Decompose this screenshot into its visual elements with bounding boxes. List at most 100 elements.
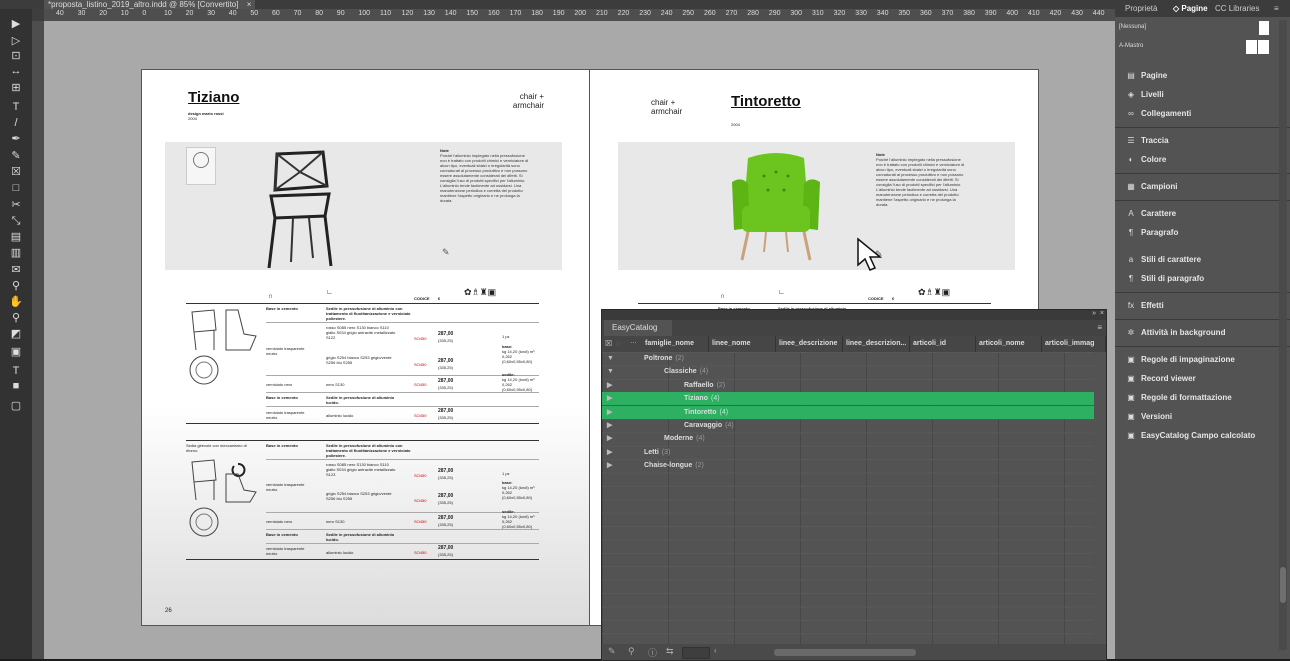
tree-row[interactable]: ▼ Poltrone (2) [602,352,1094,365]
document-tab[interactable]: *proposta_listino_2019_altro.indd @ 85% … [44,0,256,9]
eyedropper-tool-icon[interactable]: ⚲ [8,279,24,293]
column-header[interactable]: linee_descrizione [776,336,843,352]
tab-properties[interactable]: Proprietà [1125,0,1157,17]
a-master-right-thumbnail[interactable] [1258,40,1269,54]
panel-menu-icon[interactable]: ≡ [1097,323,1102,332]
tab-pages[interactable]: ◇ Pagine [1173,0,1208,17]
collapsed-icon[interactable]: ▶ [607,459,612,472]
panel-item-record-viewer[interactable]: ▣ Record viewer [1115,370,1290,388]
horizontal-ruler[interactable]: 40 30 20 10 0 10 20 30 40 50 60 70 80 90 100 110 120 130 1… [44,9,1115,21]
tree-row[interactable]: ▶ Moderne (4) [602,432,1094,445]
tree-row[interactable]: ▶ Tintoretto (4) [602,405,1094,419]
pencil-tool-icon[interactable]: ✎ [8,149,24,163]
panel-item-attivit-in-background[interactable]: ✲ Attività in background [1115,324,1290,342]
gap-tool-icon[interactable]: ↔ [8,64,24,78]
more-columns-icon[interactable]: … [630,338,637,345]
collapsed-icon[interactable]: ▶ [607,379,612,392]
collapsed-icon[interactable]: ▶ [607,406,612,419]
panel-item-versioni[interactable]: ▣ Versioni [1115,408,1290,426]
none-master-label[interactable]: [Nessuna] [1119,24,1146,30]
panel-item-carattere[interactable]: A Carattere [1115,205,1290,223]
pen-tool-icon[interactable]: ✒ [8,132,24,146]
panel-item-easycatalog-campo-calcolato[interactable]: ▣ EasyCatalog Campo calcolato [1115,427,1290,445]
panel-item-collegamenti[interactable]: ∞ Collegamenti [1115,105,1290,123]
column-header[interactable]: articoli_id [910,336,976,352]
collapsed-icon[interactable]: ▶ [607,419,612,432]
zoom-field[interactable] [682,647,710,659]
a-master-label[interactable]: A-Mastro [1119,43,1143,49]
vertical-ruler[interactable] [32,21,44,659]
column-header[interactable]: linee_nome [709,336,776,352]
column-header[interactable]: articoli_nome [976,336,1042,352]
content-collector-icon[interactable]: ⊞ [8,81,24,95]
search-icon[interactable]: ⚲ [628,646,635,657]
collapsed-icon[interactable]: ▶ [607,392,612,405]
rectangle-tool-icon[interactable]: □ [8,181,24,195]
column-header[interactable]: famiglie_nome [642,336,709,352]
easycatalog-panel[interactable]: » × EasyCatalog ≡ ☒ ◌ … famiglie_nome lin… [601,309,1107,661]
a-master-left-thumbnail[interactable] [1246,40,1257,54]
expanded-icon[interactable]: ▼ [607,365,614,378]
scissors-tool-icon[interactable]: ✂ [8,198,24,212]
ruler-origin[interactable] [32,9,44,21]
panel-item-livelli[interactable]: ◈ Livelli [1115,86,1290,104]
scrollbar-thumb[interactable] [1280,567,1286,603]
direct-selection-tool-icon[interactable]: ▷ [8,34,24,48]
panel-item-pagine[interactable]: ▤ Pagine [1115,67,1290,85]
selection-tool-icon[interactable]: ▶ [8,17,24,31]
screen-mode-icon[interactable]: ▢ [8,399,24,413]
column-header[interactable]: articoli_immag [1042,336,1106,352]
tab-cc-libraries[interactable]: CC Libraries [1215,0,1259,17]
panel-item-stili-di-carattere[interactable]: a Stili di carattere [1115,251,1290,269]
info-icon[interactable]: ⓘ [648,646,657,659]
left-page[interactable]: Tiziano design mario rossi 2004 chair + … [141,69,591,626]
type-tool-icon[interactable]: T [8,100,24,114]
line-tool-icon[interactable]: / [8,116,24,130]
edit-icon[interactable]: ✎ [608,646,616,657]
panel-item-stili-di-paragrafo[interactable]: ¶ Stili di paragrafo [1115,270,1290,288]
tree-row[interactable]: ▶ Raffaello (2) [602,379,1094,392]
close-tab-icon[interactable]: × [247,0,252,9]
tree-row[interactable]: ▶ Letti (3) [602,446,1094,459]
free-transform-tool-icon[interactable]: ⤡ [8,214,24,228]
view-mode-icon[interactable]: ■ [8,379,24,393]
rectangle-frame-tool-icon[interactable]: ☒ [8,165,24,179]
tree-row[interactable]: ▶ Chaise-longue (2) [602,459,1094,472]
tree-row[interactable]: ▼ Classiche (4) [602,365,1094,378]
panel-item-regole-di-formattazione[interactable]: ▣ Regole di formattazione [1115,389,1290,407]
horizontal-scrollbar[interactable] [774,649,916,656]
panel-item-campioni[interactable]: ▦ Campioni [1115,178,1290,196]
page-tool-icon[interactable]: ⊡ [8,49,24,63]
collapse-panel-icon[interactable]: » [1092,310,1096,317]
close-panel-icon[interactable]: × [1100,310,1104,317]
collapsed-icon[interactable]: ▶ [607,446,612,459]
lock-icon[interactable]: ◌ [616,339,621,348]
hand-tool-icon[interactable]: ✋ [8,295,24,309]
dock-scrollbar[interactable] [1279,20,1287,650]
panel-item-paragrafo[interactable]: ¶ Paragrafo [1115,224,1290,242]
scroll-left-icon[interactable]: ‹ [714,646,717,655]
gradient-feather-tool-icon[interactable]: ▥ [8,246,24,260]
easycatalog-tab[interactable]: EasyCatalog [604,320,672,336]
expanded-icon[interactable]: ▼ [607,352,614,365]
pages-panel[interactable]: [Nessuna] A-Mastro [1115,17,1290,67]
panel-item-colore[interactable]: ◐ Colore [1115,151,1290,169]
column-header[interactable]: linee_descrizion... [843,336,910,352]
panel-item-traccia[interactable]: ☰ Traccia [1115,132,1290,150]
tree-row[interactable]: ▶ Tiziano (4) [602,392,1094,406]
link-icon[interactable]: ⇆ [666,646,674,657]
fill-stroke-icon[interactable]: ▣ [8,345,24,359]
note-tool-icon[interactable]: ✉ [8,263,24,277]
collapsed-icon[interactable]: ▶ [607,432,612,445]
panel-item-effetti[interactable]: fx Effetti [1115,297,1290,315]
none-master-thumbnail[interactable] [1259,21,1269,35]
panel-item-regole-di-impaginazione[interactable]: ▣ Regole di impaginazione [1115,351,1290,369]
select-all-icon[interactable]: ☒ [605,339,612,348]
default-colors-icon[interactable]: ◩ [8,327,24,341]
panel-title-bar[interactable]: » × [602,310,1106,320]
panel-menu-icon[interactable]: ≡ [1274,0,1279,17]
format-icon[interactable]: T [8,364,24,378]
tree-row[interactable]: ▶ Caravaggio (4) [602,419,1094,432]
gradient-tool-icon[interactable]: ▤ [8,230,24,244]
zoom-tool-icon[interactable]: ⚲ [8,311,24,325]
